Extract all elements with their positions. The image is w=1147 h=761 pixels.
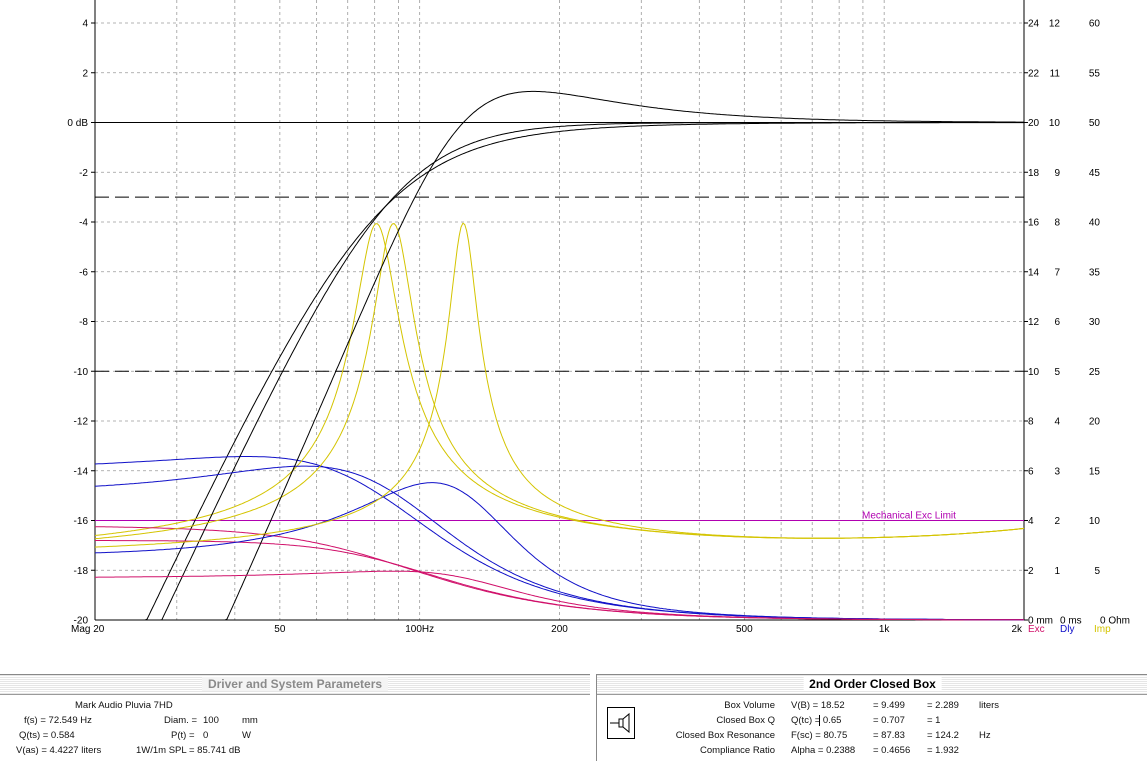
left-tick-label: -4 [79,218,88,229]
bottom-tick-label: Mag 20 [71,624,105,635]
driver-parameters-panel: Driver and System Parameters Mark Audio … [0,674,590,761]
exc-tick-label: 8 [1028,417,1034,428]
driver-panel-titlebar: Driver and System Parameters [0,675,590,695]
exc-tick-label: 24 [1028,19,1040,30]
legend-dly: Dly [1060,624,1074,635]
left-tick-label: -2 [79,168,88,179]
left-tick-label: -6 [79,267,88,278]
exc-tick-label: 12 [1028,317,1040,328]
dly-tick-label: 4 [1054,417,1060,428]
dly-tick-label: 8 [1054,218,1060,229]
exc-tick-label: 14 [1028,267,1040,278]
imp-tick-label: 50 [1089,118,1101,129]
left-tick-label: 2 [82,68,88,79]
delay-curve-3 [94,482,1025,621]
box-row-unit: liters [979,700,1000,711]
bottom-tick-label: 500 [736,624,753,635]
box-row-value[interactable]: V(B) = 18.52 [791,700,845,712]
exc-tick-label: 20 [1028,118,1040,129]
dly-tick-label: 9 [1054,168,1060,179]
box-row-value-3: = 1 [927,715,941,726]
exc-tick-label: 16 [1028,218,1040,229]
driver-panel-title: Driver and System Parameters [201,677,389,691]
diam-value[interactable]: 100 [203,715,219,727]
imp-tick-label: 35 [1089,267,1101,278]
left-tick-label: -8 [79,317,88,328]
pt-label: P(t) = [171,730,195,741]
legend-exc: Exc [1028,624,1045,635]
imp-tick-label: 20 [1089,417,1101,428]
dly-tick-label: 6 [1054,317,1060,328]
box-row-value-2: = 9.499 [873,700,905,711]
dly-tick-label: 12 [1049,19,1061,30]
dly-tick-label: 7 [1054,267,1060,278]
box-row-value-3: = 2.289 [927,700,959,711]
exc-tick-label: 4 [1028,516,1034,527]
dly-tick-label: 10 [1049,118,1061,129]
pt-value[interactable]: 0 [203,730,208,742]
dly-tick-label: 11 [1050,68,1061,79]
bottom-tick-label: 50 [274,624,286,635]
exc-tick-label: 2 [1028,566,1034,577]
imp-tick-label: 5 [1094,566,1100,577]
speaker-icon[interactable] [607,707,635,739]
bottom-tick-label: 100Hz [405,624,434,635]
box-row-value-2: = 0.4656 [873,745,911,756]
left-tick-label: -10 [74,367,89,378]
box-row-value-2: = 87.83 [873,730,905,741]
qts-field[interactable]: Q(ts) = 0.584 [19,730,75,742]
box-panel-title: 2nd Order Closed Box [803,677,942,691]
driver-name: Mark Audio Pluvia 7HD [75,700,173,711]
magnitude-curve-3 [210,90,1024,621]
imp-tick-label: 60 [1089,19,1101,30]
exc-tick-label: 6 [1028,466,1034,477]
closed-box-panel: 2nd Order Closed Box Box Volume V(B) = 18… [596,674,1147,761]
imp-tick-label: 25 [1089,367,1101,378]
imp-tick-label: 10 [1089,516,1101,527]
left-tick-label: 0 dB [67,118,88,129]
exc-tick-label: 18 [1028,168,1040,179]
dly-tick-label: 5 [1054,367,1060,378]
box-row-value-3: = 1.932 [927,745,959,756]
box-row-value[interactable]: Alpha = 0.2388 [791,745,855,757]
spl-field: 1W/1m SPL = 85.741 dB [136,745,241,756]
box-row-value-3: = 124.2 [927,730,959,741]
dly-tick-label: 3 [1054,466,1060,477]
box-row-label: Closed Box Q [716,715,775,726]
left-tick-label: -12 [74,417,89,428]
exc-tick-label: 10 [1028,367,1040,378]
response-graph: 420 dB-2-4-6-8-10-12-14-16-18-2024222018… [67,0,1130,635]
fs-field[interactable]: f(s) = 72.549 Hz [24,715,92,727]
mech-exc-limit-label: Mechanical Exc Limit [862,511,956,522]
left-tick-label: -14 [74,466,89,477]
box-panel-titlebar: 2nd Order Closed Box [597,675,1147,695]
dly-tick-label: 2 [1054,516,1060,527]
bottom-tick-label: 2k [1011,624,1023,635]
imp-tick-label: 15 [1089,466,1101,477]
box-row-value[interactable]: F(sc) = 80.75 [791,730,847,742]
exc-tick-label: 22 [1028,68,1040,79]
box-row-label: Compliance Ratio [700,745,775,756]
left-tick-label: -16 [74,516,89,527]
diam-unit: mm [242,715,258,726]
box-row-unit: Hz [979,730,991,741]
legend-imp: Imp [1094,624,1111,635]
vas-field[interactable]: V(as) = 4.4227 liters [16,745,101,757]
diam-label: Diam. = [164,715,197,726]
box-row-value-2: = 0.707 [873,715,905,726]
bottom-tick-label: 200 [551,624,568,635]
left-tick-label: -18 [74,566,89,577]
box-row-value[interactable]: Q(tc) = 0.65 [791,715,841,727]
imp-tick-label: 45 [1089,168,1101,179]
imp-tick-label: 30 [1089,317,1101,328]
bottom-tick-label: 1k [879,624,891,635]
box-row-label: Closed Box Resonance [675,730,775,741]
box-row-label: Box Volume [724,700,775,711]
imp-tick-label: 55 [1089,68,1101,79]
imp-tick-label: 40 [1089,218,1101,229]
text-cursor [819,715,820,726]
dly-tick-label: 1 [1054,566,1060,577]
left-tick-label: 4 [82,19,88,30]
pt-unit: W [242,730,251,741]
